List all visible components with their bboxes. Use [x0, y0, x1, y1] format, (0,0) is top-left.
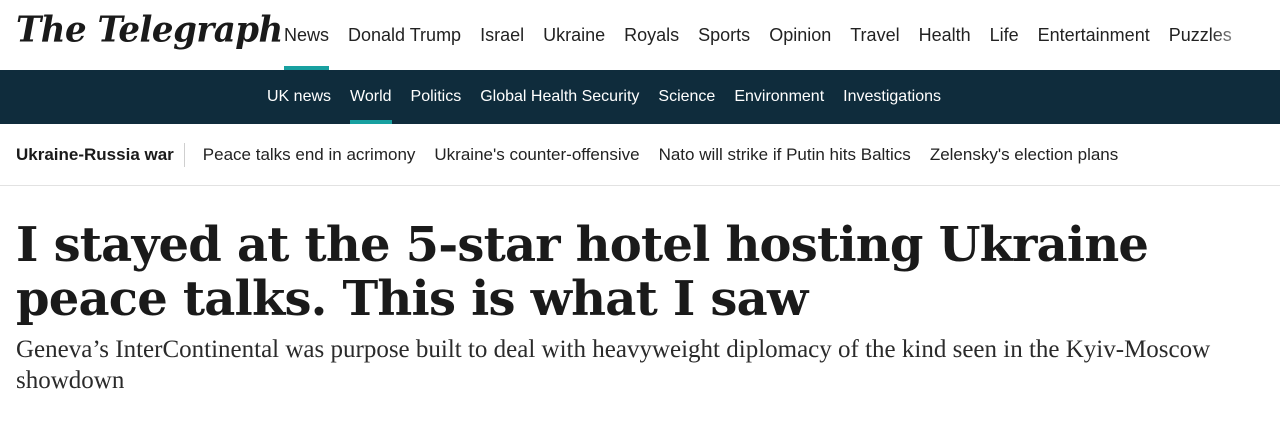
- main-nav-donald-trump[interactable]: Donald Trump: [348, 0, 461, 70]
- topic-link-zelensky-election[interactable]: Zelensky's election plans: [930, 145, 1118, 165]
- main-nav-royals[interactable]: Royals: [624, 0, 679, 70]
- subnav-investigations[interactable]: Investigations: [843, 70, 941, 124]
- topic-section-title[interactable]: Ukraine-Russia war: [16, 142, 185, 167]
- main-nav-israel[interactable]: Israel: [480, 0, 524, 70]
- subnav-science[interactable]: Science: [658, 70, 715, 124]
- article-standfirst: Geneva’s InterContinental was purpose bu…: [16, 336, 1211, 394]
- main-nav-sports[interactable]: Sports: [698, 0, 750, 70]
- nav-overflow-fade: [1210, 0, 1280, 70]
- main-nav-health[interactable]: Health: [919, 0, 971, 70]
- telegraph-logo[interactable]: The Telegraph: [16, 9, 283, 51]
- main-nav-news[interactable]: News: [284, 0, 330, 70]
- article: I stayed at the 5-star hotel hosting Ukr…: [0, 186, 1280, 396]
- main-nav-life[interactable]: Life: [990, 0, 1019, 70]
- main-nav: News Donald Trump Israel Ukraine Royals …: [284, 0, 1251, 70]
- subnav-environment[interactable]: Environment: [734, 70, 824, 124]
- main-nav-opinion[interactable]: Opinion: [769, 0, 831, 70]
- subnav-world[interactable]: World: [350, 70, 392, 124]
- article-headline: I stayed at the 5-star hotel hosting Ukr…: [16, 217, 1149, 327]
- main-nav-ukraine[interactable]: Ukraine: [543, 0, 605, 70]
- subnav-global-health-security[interactable]: Global Health Security: [480, 70, 639, 124]
- topic-bar: Ukraine-Russia war Peace talks end in ac…: [0, 124, 1280, 186]
- section-subnav: UK news World Politics Global Health Sec…: [0, 70, 1280, 124]
- topic-link-nato-baltics[interactable]: Nato will strike if Putin hits Baltics: [659, 145, 911, 165]
- subnav-uk-news[interactable]: UK news: [267, 70, 331, 124]
- topic-link-counter-offensive[interactable]: Ukraine's counter-offensive: [434, 145, 639, 165]
- top-header: The Telegraph News Donald Trump Israel U…: [0, 0, 1280, 70]
- main-nav-entertainment[interactable]: Entertainment: [1038, 0, 1150, 70]
- main-nav-travel[interactable]: Travel: [850, 0, 899, 70]
- subnav-politics[interactable]: Politics: [411, 70, 462, 124]
- topic-link-peace-talks[interactable]: Peace talks end in acrimony: [203, 145, 416, 165]
